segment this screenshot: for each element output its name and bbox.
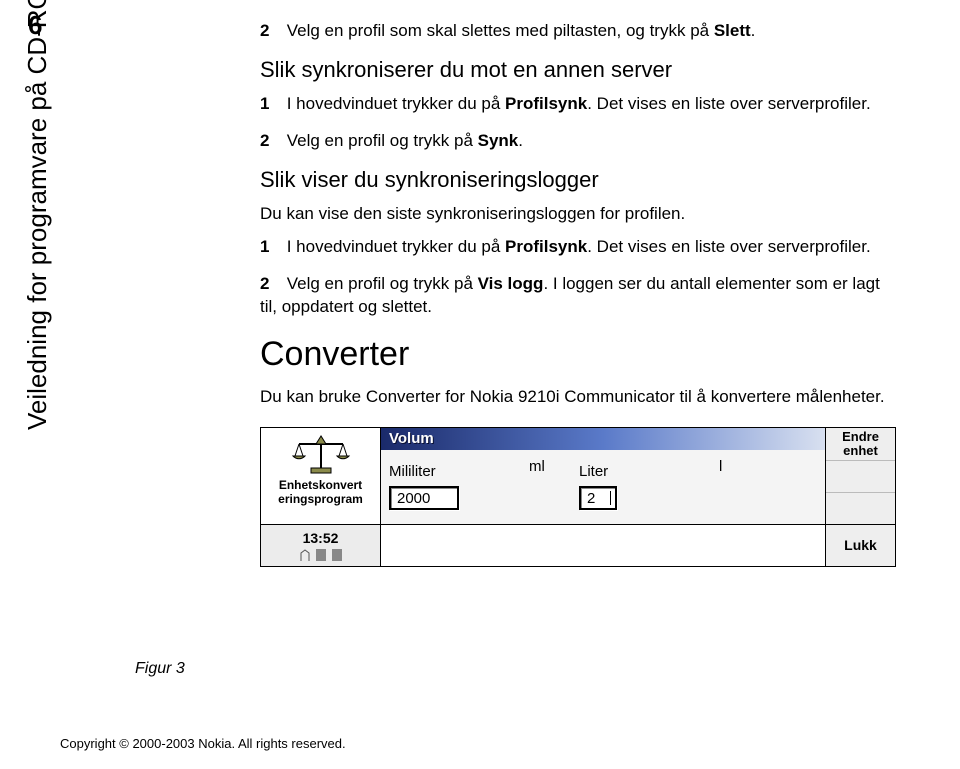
- step-number: 1: [260, 93, 282, 116]
- copyright-text: Copyright © 2000-2003 Nokia. All rights …: [60, 736, 346, 751]
- from-label: Mililiter: [389, 463, 529, 480]
- step-text-post: . Det vises en liste over serverprofiler…: [587, 94, 870, 113]
- status-strip: [381, 525, 825, 566]
- app-icon-panel: Enhetskonvert eringsprogram: [261, 428, 381, 524]
- step-text: I hovedvinduet trykker du på: [287, 237, 505, 256]
- clock-time: 13:52: [303, 530, 339, 546]
- screen-title: Volum: [389, 430, 434, 447]
- signal-icon: [300, 549, 310, 561]
- battery-icon: [316, 549, 326, 561]
- to-unit: l: [719, 458, 722, 475]
- step-bold: Profilsynk: [505, 237, 587, 256]
- from-value-field[interactable]: 2000: [389, 486, 459, 510]
- step-text-post: . Det vises en liste over serverprofiler…: [587, 237, 870, 256]
- step-bold: Vis logg: [478, 274, 544, 293]
- device-top-row: Enhetskonvert eringsprogram Volum Milili…: [261, 428, 895, 524]
- step-bold: Synk: [478, 131, 519, 150]
- indicator-icon: [332, 549, 342, 561]
- status-clock-cell: 13:52: [261, 525, 381, 566]
- title-band: Volum: [381, 428, 825, 450]
- to-value-field[interactable]: 2: [579, 486, 617, 510]
- status-icons: [300, 549, 342, 561]
- app-name-line1: Enhetskonvert: [278, 478, 363, 492]
- softkey-empty-3: [826, 493, 895, 524]
- step-view-log: 2 Velg en profil og trykk på Vis logg. I…: [260, 273, 900, 319]
- softkeys-right: Endre enhet: [825, 428, 895, 524]
- step-number: 1: [260, 236, 282, 259]
- step-text: I hovedvinduet trykker du på: [287, 94, 505, 113]
- step-open-profilsynk-b: 1 I hovedvinduet trykker du på Profilsyn…: [260, 236, 900, 259]
- step-bold: Slett: [714, 21, 751, 40]
- step-number: 2: [260, 273, 282, 296]
- softkey-change-unit[interactable]: Endre enhet: [826, 428, 895, 462]
- step-text: Velg en profil og trykk på: [287, 274, 478, 293]
- main-content: 2 Velg en profil som skal slettes med pi…: [260, 20, 900, 567]
- device-main-area: Volum Mililiter 2000 ml Liter 2 l: [381, 428, 825, 524]
- heading-converter: Converter: [260, 335, 900, 374]
- step-number: 2: [260, 20, 282, 43]
- step-text-post: .: [751, 21, 756, 40]
- step-text: Velg en profil og trykk på: [287, 131, 478, 150]
- device-screenshot: Enhetskonvert eringsprogram Volum Milili…: [260, 427, 896, 567]
- step-delete-profile: 2 Velg en profil som skal slettes med pi…: [260, 20, 900, 43]
- converter-form: Mililiter 2000 ml Liter 2 l: [381, 450, 825, 524]
- paragraph-converter-intro: Du kan bruke Converter for Nokia 9210i C…: [260, 386, 900, 409]
- app-name-line2: eringsprogram: [278, 492, 363, 506]
- softkey-text-line2: enhet: [842, 444, 879, 458]
- step-text: Velg en profil som skal slettes med pilt…: [287, 21, 714, 40]
- step-bold: Profilsynk: [505, 94, 587, 113]
- softkey-empty-2: [826, 461, 895, 493]
- paragraph-logs-intro: Du kan vise den siste synkroniseringslog…: [260, 203, 900, 226]
- step-open-profilsynk-a: 1 I hovedvinduet trykker du på Profilsyn…: [260, 93, 900, 116]
- step-press-synk: 2 Velg en profil og trykk på Synk.: [260, 130, 900, 153]
- step-number: 2: [260, 130, 282, 153]
- scales-icon: [291, 434, 351, 476]
- from-unit: ml: [529, 458, 545, 475]
- sidebar-title: Veiledning for programvare på CD-ROM: [22, 0, 53, 430]
- to-label: Liter: [579, 463, 719, 480]
- device-bottom-row: 13:52 Lukk: [261, 524, 895, 566]
- softkey-close[interactable]: Lukk: [825, 525, 895, 566]
- heading-sync-other-server: Slik synkroniserer du mot en annen serve…: [260, 57, 900, 83]
- step-text-post: .: [518, 131, 523, 150]
- heading-view-logs: Slik viser du synkroniseringslogger: [260, 167, 900, 193]
- softkey-text-line1: Endre: [842, 430, 879, 444]
- app-name: Enhetskonvert eringsprogram: [278, 478, 363, 507]
- figure-label: Figur 3: [135, 660, 185, 678]
